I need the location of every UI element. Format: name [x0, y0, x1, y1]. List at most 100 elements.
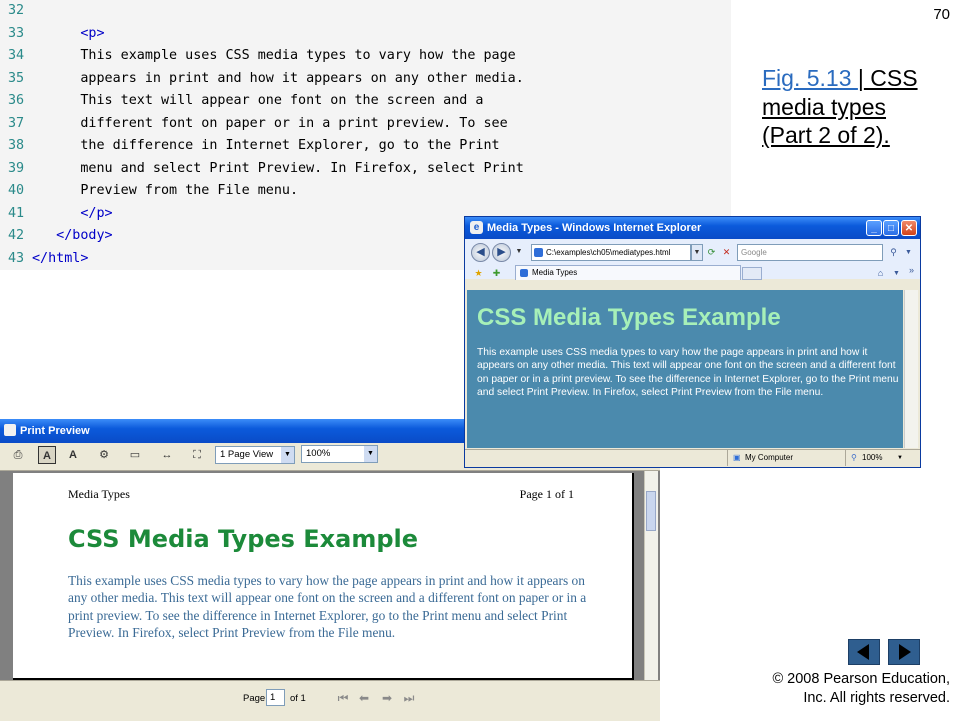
chevron-down-icon: ▼	[364, 446, 377, 462]
code-line: 40 Preview from the File menu.	[0, 180, 298, 202]
previous-slide-button[interactable]	[848, 639, 880, 665]
page-view-select[interactable]: 1 Page View ▼	[215, 446, 295, 464]
previous-page-icon[interactable]: ⬅	[355, 690, 373, 706]
previous-arrow-icon	[857, 644, 869, 660]
line-text: appears in print and how it appears on a…	[32, 70, 524, 86]
code-line: 41 </p>	[0, 203, 113, 225]
close-button[interactable]: ✕	[901, 220, 917, 236]
paper-header-left: Media Types	[68, 487, 130, 501]
forward-arrow-icon[interactable]: ▶	[492, 243, 511, 262]
line-number: 40	[8, 183, 25, 198]
next-page-icon[interactable]: ➡	[378, 690, 396, 706]
line-number: 36	[8, 93, 25, 108]
search-placeholder: Google	[741, 248, 767, 257]
slide-page-number: 70	[933, 6, 950, 23]
next-slide-button[interactable]	[888, 639, 920, 665]
address-dropdown-icon[interactable]: ▼	[691, 244, 703, 261]
ie-logo-icon: e	[470, 221, 483, 234]
last-page-icon[interactable]: ⏭	[400, 690, 418, 706]
ie-vertical-scrollbar[interactable]	[904, 290, 918, 448]
paper-header-right: Page 1 of 1	[519, 487, 574, 501]
paper-heading: CSS Media Types Example	[68, 525, 419, 553]
code-line: 35 appears in print and how it appears o…	[0, 68, 524, 90]
chevron-down-icon: ▼	[281, 447, 294, 463]
copyright-notice: © 2008 Pearson Education, Inc. All right…	[772, 670, 950, 707]
code-line: 43 </html>	[0, 248, 88, 270]
paper-paragraph: This example uses CSS media types to var…	[68, 573, 587, 640]
line-text: Preview from the File menu.	[32, 183, 299, 198]
line-number: 37	[8, 115, 25, 131]
zoom-icon: ⚲	[851, 453, 857, 462]
favorites-star-icon[interactable]: ★	[471, 266, 486, 281]
ie-window: e Media Types - Windows Internet Explore…	[464, 216, 921, 468]
full-page-icon[interactable]: ⛶	[188, 446, 206, 464]
print-preview-canvas: Media Types Page 1 of 1 CSS Media Types …	[0, 471, 660, 680]
code-line: 42 </body>	[0, 225, 113, 247]
line-number: 41	[8, 205, 25, 221]
ie-titlebar[interactable]: e Media Types - Windows Internet Explore…	[465, 217, 920, 239]
line-text: the difference in Internet Explorer, go …	[32, 138, 500, 153]
line-number: 38	[8, 138, 25, 153]
page-of-label: of 1	[290, 693, 306, 704]
figure-link[interactable]: Fig. 5.13	[762, 65, 858, 91]
line-number: 33	[8, 25, 25, 41]
ie-page-heading: CSS Media Types Example	[477, 304, 781, 331]
line-text: <p>	[32, 25, 105, 41]
next-arrow-icon	[899, 644, 911, 660]
page-label: Page	[243, 693, 266, 704]
back-arrow-icon[interactable]: ◀	[471, 243, 490, 262]
line-number: 42	[8, 228, 25, 243]
home-icon[interactable]: ⌂	[873, 266, 888, 281]
code-line: 39 menu and select Print Preview. In Fir…	[0, 158, 524, 180]
tab-page-icon	[520, 269, 528, 277]
tab-label: Media Types	[532, 268, 578, 277]
stop-icon[interactable]: ✕	[719, 245, 734, 260]
address-bar[interactable]: C:\examples\ch05\mediatypes.html	[531, 244, 691, 261]
print-preview-scrollbar[interactable]	[644, 471, 658, 680]
copyright-line-1: 2008 Pearson Education,	[783, 671, 950, 687]
add-favorites-icon[interactable]: ✚	[489, 266, 504, 281]
ie-status-bar: ▣ My Computer ⚲ 100% ▼	[465, 449, 920, 467]
headers-footers-icon[interactable]: ▭	[126, 446, 144, 464]
ie-navigation-bar: ◀ ▶ ▼ C:\examples\ch05\mediatypes.html ▼…	[465, 239, 920, 281]
page-number-input[interactable]: 1	[266, 689, 285, 706]
code-line: 36 This text will appear one font on the…	[0, 90, 483, 112]
maximize-button[interactable]: □	[883, 220, 899, 236]
line-text: </body>	[32, 228, 113, 243]
tab-media-types[interactable]: Media Types	[515, 265, 741, 280]
landscape-icon[interactable]: A	[64, 446, 82, 464]
minimize-button[interactable]: _	[866, 220, 882, 236]
search-icon[interactable]: ⚲	[886, 245, 901, 260]
print-preview-title-full: Print Preview	[20, 425, 90, 437]
line-number: 39	[8, 160, 25, 176]
print-icon[interactable]: ⎙	[9, 446, 27, 464]
line-text: menu and select Print Preview. In Firefo…	[32, 160, 524, 176]
search-options-icon[interactable]: ▼	[901, 245, 916, 260]
line-text: This text will appear one font on the sc…	[32, 93, 484, 108]
page-setup-gear-icon[interactable]: ⚙	[95, 446, 113, 464]
zoom-value: 100%	[306, 448, 331, 459]
status-zoom[interactable]: 100%	[862, 450, 882, 466]
search-input[interactable]: Google	[737, 244, 883, 261]
zoom-dropdown-icon[interactable]: ▼	[897, 450, 903, 466]
portrait-icon[interactable]: A	[38, 446, 56, 464]
page-icon	[534, 248, 543, 257]
line-text: different font on paper or in a print pr…	[32, 115, 508, 131]
ie-window-title: Media Types - Windows Internet Explorer	[487, 222, 702, 234]
refresh-icon[interactable]: ⟳	[704, 245, 719, 260]
toolbar-chevron-icon[interactable]: »	[904, 263, 919, 278]
new-tab-button[interactable]	[742, 267, 762, 280]
line-text: </html>	[32, 250, 89, 266]
code-line: 33 <p>	[0, 23, 105, 45]
code-line: 32	[0, 0, 32, 22]
copyright-line-2: Inc. All rights reserved.	[803, 689, 950, 706]
zoom-select[interactable]: 100% ▼	[301, 445, 378, 463]
first-page-icon[interactable]: ⏮	[334, 690, 352, 706]
ie-page-paragraph: This example uses CSS media types to var…	[477, 347, 899, 398]
history-dropdown-icon[interactable]: ▼	[513, 244, 525, 261]
home-dropdown-icon[interactable]: ▼	[889, 266, 904, 281]
address-text: C:\examples\ch05\mediatypes.html	[546, 248, 671, 257]
full-width-icon[interactable]: ↔	[158, 446, 176, 464]
computer-icon: ▣	[733, 453, 741, 462]
ie-page-content: CSS Media Types Example This example use…	[467, 290, 903, 448]
